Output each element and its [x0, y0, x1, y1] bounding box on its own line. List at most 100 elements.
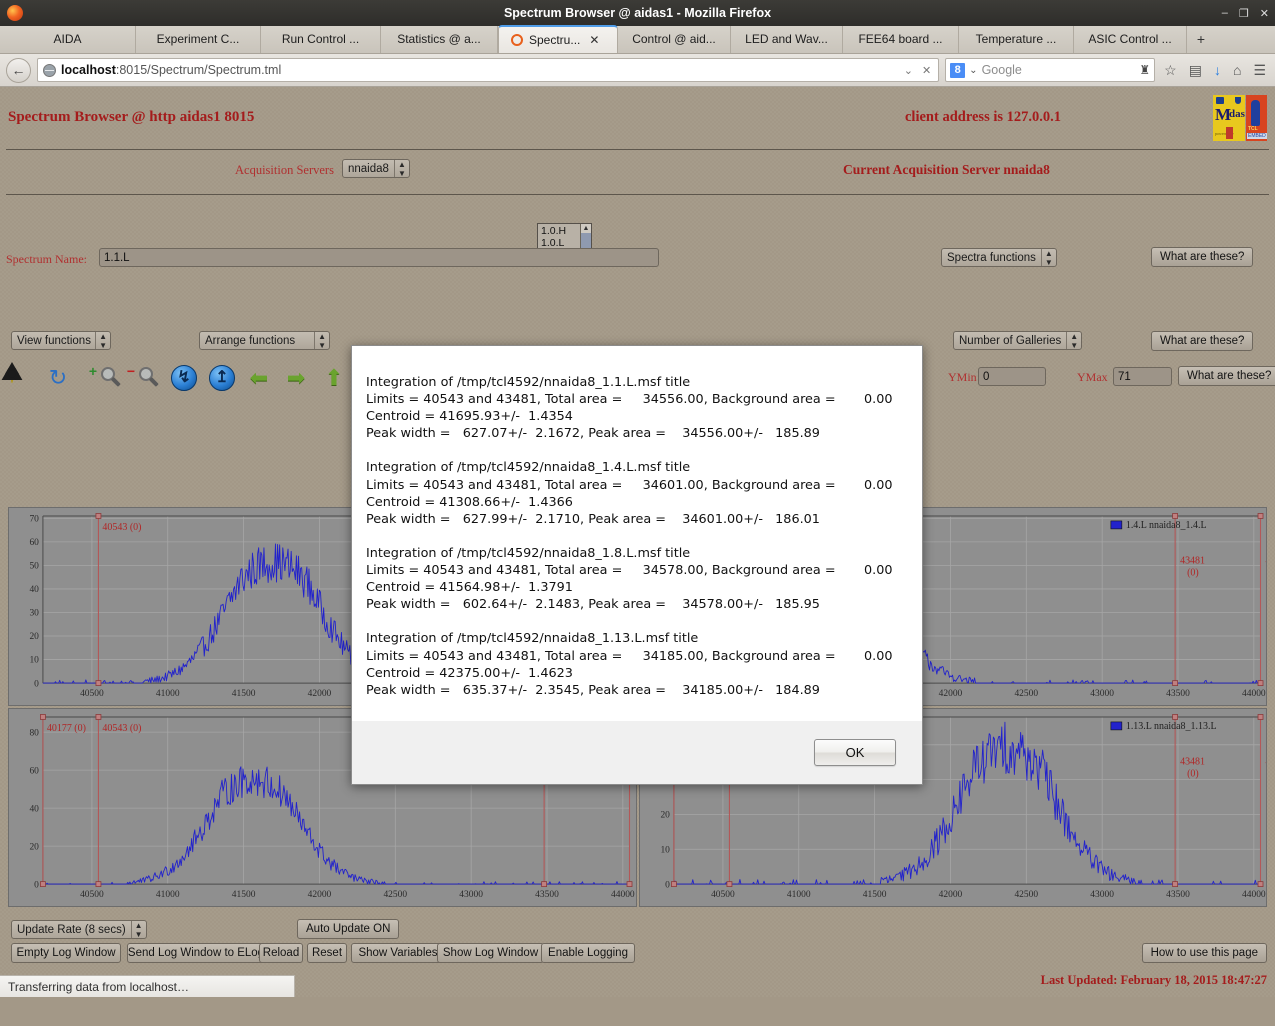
close-button[interactable]: ✕ — [1260, 7, 1269, 20]
svg-text:0: 0 — [34, 679, 39, 689]
view-functions-select[interactable]: View functions ▲▼ — [11, 331, 111, 350]
downloads-icon[interactable]: ↓ — [1211, 62, 1224, 78]
minus-sign: − — [127, 365, 135, 377]
tcl-logo-text: TCL — [1248, 126, 1258, 132]
svg-text:40177 (0): 40177 (0) — [47, 723, 86, 734]
what-are-these-button-2[interactable]: What are these? — [1151, 331, 1253, 351]
svg-text:43500: 43500 — [1166, 689, 1190, 699]
svg-text:40500: 40500 — [80, 890, 104, 900]
arrow-right-icon[interactable]: ➡ — [283, 365, 309, 391]
svg-text:43000: 43000 — [1090, 890, 1114, 900]
spectrum-name-label: Spectrum Name: — [6, 252, 87, 267]
tcl-feather-icon — [1251, 100, 1260, 126]
show-log-window-button[interactable]: Show Log Window — [437, 943, 544, 963]
tab-label: Experiment C... — [157, 26, 240, 53]
midas-logo-rest: idas — [1226, 108, 1245, 120]
reader-mode-icon[interactable]: ▤ — [1186, 62, 1205, 79]
status-bar: Transferring data from localhost… — [0, 975, 295, 997]
enable-logging-button[interactable]: Enable Logging — [541, 943, 635, 963]
svg-text:1.13.L nnaida8_1.13.L: 1.13.L nnaida8_1.13.L — [1125, 721, 1216, 732]
show-variables-button[interactable]: Show Variables — [351, 943, 445, 963]
dialog-message-text: Integration of /tmp/tcl4592/nnaida8_1.1.… — [352, 360, 922, 720]
ymin-input[interactable]: 0 — [978, 367, 1046, 386]
bookmark-star-icon[interactable]: ☆ — [1161, 62, 1180, 79]
navigation-bar: ← localhost:8015/Spectrum/Spectrum.tml ⌄… — [0, 54, 1275, 87]
back-button-icon[interactable]: ← — [6, 58, 31, 83]
number-of-galleries-label: Number of Galleries — [959, 335, 1061, 347]
home-icon[interactable]: ⌂ — [1230, 62, 1244, 78]
how-to-use-this-page-button[interactable]: How to use this page — [1142, 943, 1267, 963]
binoculars-icon[interactable]: ♜ — [1139, 63, 1150, 77]
acquisition-row: Acquisition Servers nnaida8 ▲▼ Current A… — [0, 150, 1275, 194]
plus-sign: + — [89, 365, 97, 377]
svg-text:43000: 43000 — [1090, 689, 1114, 699]
minimize-button[interactable]: – — [1222, 7, 1228, 19]
svg-text:42500: 42500 — [1014, 890, 1038, 900]
url-host: localhost — [61, 63, 116, 77]
number-of-galleries-select[interactable]: Number of Galleries ▲▼ — [953, 331, 1082, 350]
ymax-input[interactable]: 71 — [1113, 367, 1172, 386]
spectra-functions-select[interactable]: Spectra functions ▲▼ — [941, 248, 1057, 267]
svg-text:43000: 43000 — [459, 890, 483, 900]
stop-icon[interactable]: ✕ — [920, 64, 933, 77]
url-bar[interactable]: localhost:8015/Spectrum/Spectrum.tml ⌄ ✕ — [37, 58, 939, 82]
tab-close-icon[interactable]: ✕ — [589, 27, 599, 53]
send-log-window-to-elog-button[interactable]: Send Log Window to ELog — [127, 943, 265, 963]
log-buttons-row: Empty Log Window Send Log Window to ELog… — [0, 941, 1275, 965]
svg-text:10: 10 — [660, 845, 670, 855]
svg-text:41000: 41000 — [786, 890, 810, 900]
reload-button[interactable]: Reload — [259, 943, 303, 963]
scroll-up-icon[interactable]: ▲ — [581, 224, 591, 233]
maximize-button[interactable]: ❐ — [1239, 7, 1249, 20]
svg-text:44044: 44044 — [1265, 757, 1266, 768]
search-input[interactable]: Google — [982, 63, 1136, 77]
tab-bar: AIDA Experiment C... Run Control ... Sta… — [0, 26, 1275, 54]
empty-log-window-button[interactable]: Empty Log Window — [11, 943, 121, 963]
arrow-up-icon[interactable]: ⬆ — [321, 365, 347, 391]
tab-run-control[interactable]: Run Control ... — [261, 26, 381, 53]
ok-button[interactable]: OK — [814, 739, 896, 766]
tab-control[interactable]: Control @ aid... — [618, 26, 731, 53]
reset-button[interactable]: Reset — [307, 943, 347, 963]
chevron-down-icon[interactable]: ⌄ — [902, 64, 915, 77]
arrow-left-icon[interactable]: ⬅ — [246, 365, 272, 391]
chevron-updown-icon: ▲▼ — [1041, 249, 1056, 266]
search-bar[interactable]: 8 ⌄ Google ♜ — [945, 58, 1155, 82]
tab-label: LED and Wav... — [745, 26, 828, 53]
svg-text:43481: 43481 — [1180, 556, 1205, 567]
tab-led-and-waveform[interactable]: LED and Wav... — [731, 26, 843, 53]
arrange-functions-select[interactable]: Arrange functions ▲▼ — [199, 331, 330, 350]
tab-asic-control[interactable]: ASIC Control ... — [1074, 26, 1187, 53]
svg-text:40500: 40500 — [711, 890, 735, 900]
google-icon[interactable]: 8 — [950, 63, 965, 78]
menu-icon[interactable]: ☰ — [1250, 62, 1269, 79]
tab-fee64-board[interactable]: FEE64 board ... — [843, 26, 959, 53]
tab-spectrum-browser[interactable]: Spectru... ✕ — [498, 25, 618, 53]
auto-update-button[interactable]: Auto Update ON — [297, 919, 399, 939]
tab-statistics[interactable]: Statistics @ a... — [381, 26, 498, 53]
svg-text:10: 10 — [29, 656, 39, 666]
spectrum-name-input[interactable]: 1.1.L — [99, 248, 659, 267]
svg-text:40500: 40500 — [80, 689, 104, 699]
contract-vertical-icon[interactable]: ↥ — [209, 365, 235, 391]
acquisition-server-select[interactable]: nnaida8 ▲▼ — [342, 159, 410, 178]
page-content: Spectrum Browser @ http aidas1 8015 clie… — [0, 87, 1275, 997]
radiation-icon[interactable] — [11, 364, 13, 383]
midas-triangle-icon — [1216, 97, 1224, 104]
update-rate-select[interactable]: Update Rate (8 secs) ▲▼ — [11, 920, 147, 939]
refresh-icon[interactable]: ↻ — [45, 365, 71, 391]
what-are-these-button-3[interactable]: What are these? — [1178, 366, 1275, 386]
tab-label: Spectru... — [529, 27, 580, 53]
tab-aida[interactable]: AIDA — [0, 26, 136, 53]
what-are-these-button-1[interactable]: What are these? — [1151, 247, 1253, 267]
tab-label: ASIC Control ... — [1088, 26, 1171, 53]
list-item[interactable]: 1.0.H — [541, 225, 568, 237]
svg-text:40543 (0): 40543 (0) — [102, 723, 141, 734]
new-tab-button[interactable]: + — [1187, 26, 1215, 53]
svg-text:(0): (0) — [1187, 769, 1199, 780]
expand-vertical-icon[interactable]: ↯ — [171, 365, 197, 391]
tab-experiment-control[interactable]: Experiment C... — [136, 26, 261, 53]
chevron-down-icon[interactable]: ⌄ — [969, 65, 977, 76]
svg-text:42500: 42500 — [1014, 689, 1038, 699]
tab-temperature[interactable]: Temperature ... — [959, 26, 1074, 53]
